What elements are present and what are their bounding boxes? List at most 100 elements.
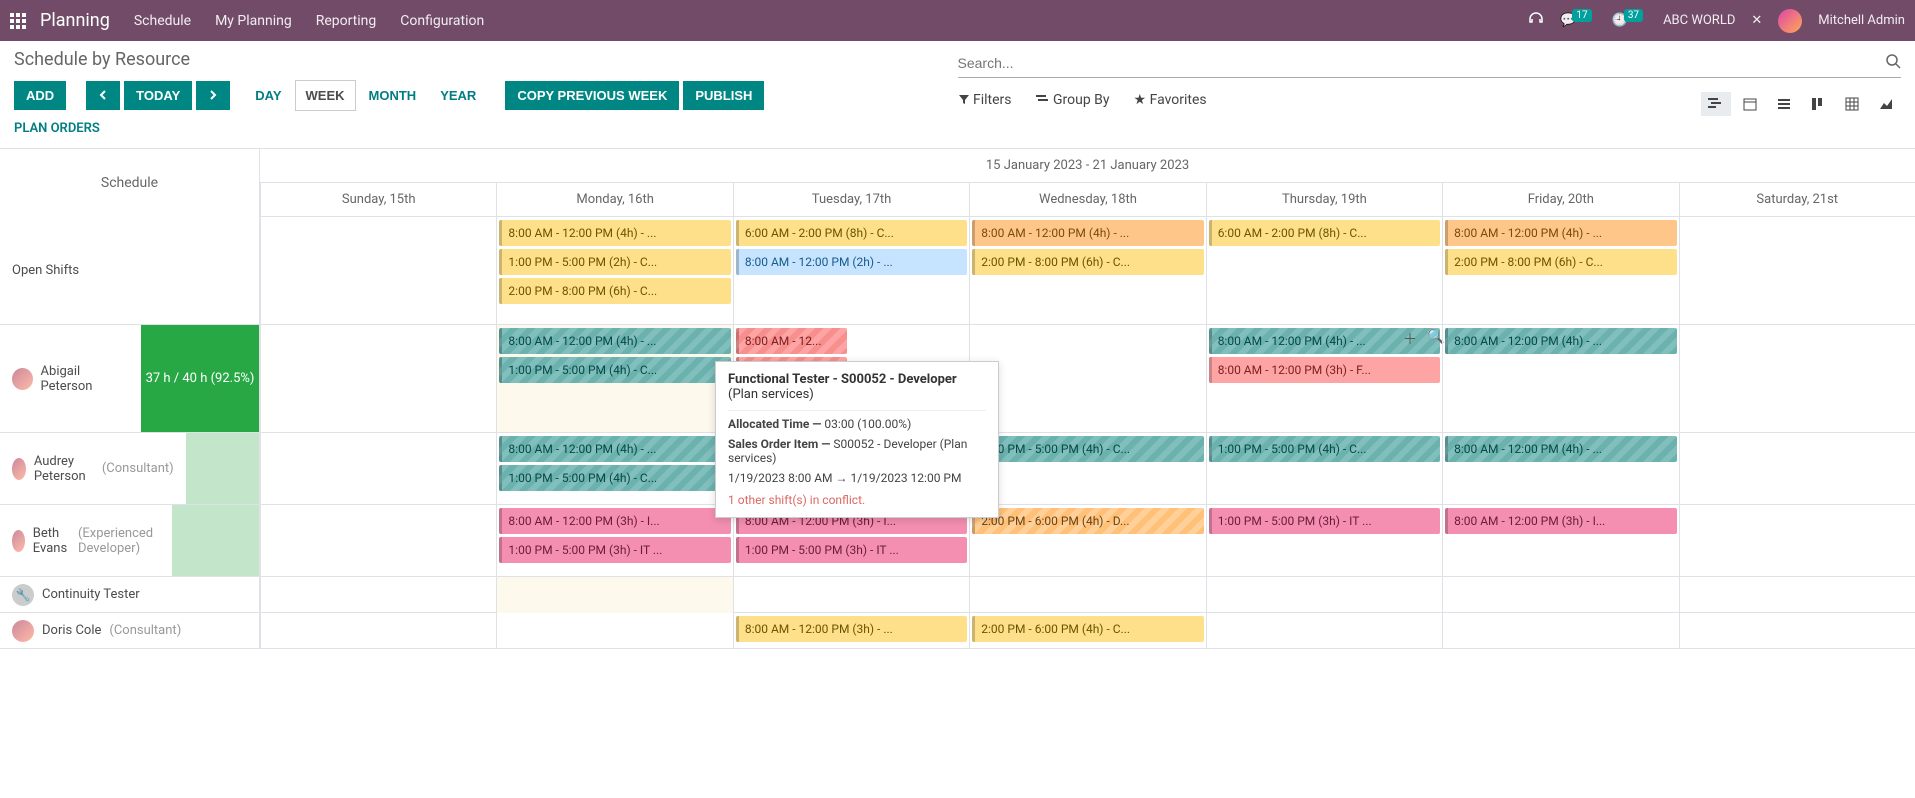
add-button[interactable]: ADD	[14, 81, 66, 110]
shift-cell[interactable]	[260, 325, 496, 432]
shift-pill[interactable]: 8:00 AM - 12:00 PM (2h) - ...	[736, 249, 967, 275]
today-button[interactable]: TODAY	[124, 81, 192, 110]
shift-cell[interactable]: 8:00 AM - 12:00 PM (4h) - ... 1:00 PM - 5…	[496, 433, 732, 504]
shift-cell[interactable]: 1:00 PM - 5:00 PM (3h) - IT ...	[1206, 505, 1442, 576]
user-avatar[interactable]	[1778, 9, 1802, 33]
resource-row[interactable]: Audrey Peterson (Consultant)	[0, 433, 259, 505]
apps-icon[interactable]	[10, 13, 26, 29]
shift-pill[interactable]: 2:00 PM - 8:00 PM (6h) - C...	[499, 278, 730, 304]
shift-cell[interactable]: 8:00 AM - 12:00 PM (4h) - ... 1:00 PM - 5…	[496, 217, 732, 324]
shift-cell[interactable]	[969, 325, 1205, 432]
calendar-view-icon[interactable]	[1735, 92, 1765, 116]
shift-cell[interactable]: 2:00 PM - 6:00 PM (4h) - D...	[969, 505, 1205, 576]
shift-cell[interactable]: 8:00 AM - 12:00 PM (3h) - I... 1:00 PM - …	[496, 505, 732, 576]
next-button[interactable]	[196, 81, 230, 110]
user-name[interactable]: Mitchell Admin	[1818, 13, 1905, 28]
shift-cell[interactable]	[260, 577, 496, 613]
kanban-view-icon[interactable]	[1803, 92, 1833, 116]
shift-cell[interactable]: 8:00 AM - 12:00 PM (4h) - ...	[1442, 433, 1678, 504]
menu-schedule[interactable]: Schedule	[134, 13, 191, 29]
shift-cell[interactable]	[1679, 505, 1915, 576]
shift-cell[interactable]	[1206, 613, 1442, 649]
resource-row[interactable]: Beth Evans (Experienced Developer)	[0, 505, 259, 577]
shift-cell[interactable]: 1:00 PM - 5:00 PM (4h) - C...	[1206, 433, 1442, 504]
shift-cell[interactable]: 6:00 AM - 2:00 PM (8h) - C... 8:00 AM - 1…	[733, 217, 969, 324]
search-icon[interactable]	[1885, 53, 1901, 73]
shift-pill[interactable]: 1:00 PM - 5:00 PM (3h) - IT ...	[736, 537, 967, 563]
help-icon[interactable]	[1528, 11, 1544, 31]
shift-pill[interactable]: 2:00 PM - 6:00 PM (4h) - D...	[972, 508, 1203, 534]
prev-button[interactable]	[86, 81, 120, 110]
copy-previous-week-button[interactable]: COPY PREVIOUS WEEK	[505, 81, 679, 110]
shift-pill[interactable]: 6:00 AM - 2:00 PM (8h) - C...	[736, 220, 967, 246]
shift-pill[interactable]: 1:00 PM - 5:00 PM (3h) - IT ...	[499, 537, 730, 563]
shift-cell[interactable]: 2:00 PM - 6:00 PM (4h) - C...	[969, 613, 1205, 649]
shift-pill[interactable]: 1:00 PM - 5:00 PM (4h) - C...	[499, 465, 730, 491]
shift-pill[interactable]: 2:00 PM - 8:00 PM (6h) - C...	[1445, 249, 1676, 275]
shift-cell[interactable]	[969, 577, 1205, 613]
filters-button[interactable]: Filters	[958, 92, 1012, 116]
shift-cell[interactable]	[496, 577, 732, 613]
shift-cell[interactable]	[1442, 613, 1678, 649]
shift-pill[interactable]: 2:00 PM - 6:00 PM (4h) - C...	[972, 616, 1203, 642]
shift-cell[interactable]	[1206, 577, 1442, 613]
scale-year[interactable]: YEAR	[429, 80, 487, 111]
shift-cell[interactable]	[733, 577, 969, 613]
shift-pill[interactable]: 8:00 AM - 12:00 PM (3h) - I...	[499, 508, 730, 534]
shift-cell[interactable]: 8:00 AM - 12:00 PM (4h) - ...	[1442, 325, 1678, 432]
shift-pill[interactable]: 8:00 AM - 12:00 PM (3h) - ...	[736, 616, 967, 642]
shift-pill[interactable]: 1:00 PM - 5:00 PM (4h) - C...	[1209, 436, 1440, 462]
shift-cell[interactable]	[260, 433, 496, 504]
shift-pill[interactable]: 8:00 AM - 12:00 PM (4h) - ...	[499, 220, 730, 246]
shift-cell[interactable]: 8:00 AM - 12:00 PM (4h) - ...＋🔍8:00 AM -…	[1206, 325, 1442, 432]
shift-pill[interactable]: 8:00 AM - 12:00 PM (4h) - ...	[1445, 220, 1676, 246]
shift-pill[interactable]: 8:00 AM - 12...	[736, 328, 847, 354]
shift-pill[interactable]: 1:00 PM - 5:00 PM (4h) - C...	[972, 436, 1203, 462]
list-view-icon[interactable]	[1769, 92, 1799, 116]
scale-month[interactable]: MONTH	[358, 80, 428, 111]
shift-cell[interactable]	[260, 613, 496, 649]
shift-cell[interactable]: 1:00 PM - 5:00 PM (4h) - C...	[969, 433, 1205, 504]
shift-cell[interactable]: 8:00 AM - 12:00 PM (3h) - I...	[1442, 505, 1678, 576]
shift-cell[interactable]	[1679, 217, 1915, 324]
shift-cell[interactable]	[260, 505, 496, 576]
shift-pill[interactable]: 8:00 AM - 12:00 PM (4h) - ...	[499, 436, 730, 462]
shift-cell[interactable]	[260, 217, 496, 324]
shift-cell[interactable]	[1679, 325, 1915, 432]
resource-row[interactable]: Abigail Peterson37 h / 40 h (92.5%)	[0, 325, 259, 433]
resource-row[interactable]: Doris Cole (Consultant)	[0, 613, 259, 649]
menu-my-planning[interactable]: My Planning	[215, 13, 292, 29]
shift-cell[interactable]: 8:00 AM - 12:00 PM (3h) - ...	[733, 613, 969, 649]
menu-configuration[interactable]: Configuration	[400, 13, 484, 29]
groupby-button[interactable]: Group By	[1036, 92, 1110, 116]
shift-pill[interactable]: 8:00 AM - 12:00 PM (3h) - F...	[1209, 357, 1440, 383]
shift-pill[interactable]: 8:00 AM - 12:00 PM (4h) - ...	[499, 328, 730, 354]
shift-pill[interactable]: 6:00 AM - 2:00 PM (8h) - C...	[1209, 220, 1440, 246]
messages-icon[interactable]: 💬17	[1560, 13, 1595, 28]
publish-button[interactable]: PUBLISH	[683, 81, 764, 110]
menu-reporting[interactable]: Reporting	[316, 13, 377, 29]
shift-cell[interactable]	[496, 613, 732, 649]
shift-cell[interactable]: 6:00 AM - 2:00 PM (8h) - C...	[1206, 217, 1442, 324]
company-switcher[interactable]: ABC WORLD	[1663, 13, 1735, 28]
graph-view-icon[interactable]	[1871, 92, 1901, 116]
shift-pill[interactable]: 1:00 PM - 5:00 PM (2h) - C...	[499, 249, 730, 275]
shift-pill[interactable]: 8:00 AM - 12:00 PM (4h) - ...	[1445, 328, 1676, 354]
shift-cell[interactable]	[1679, 433, 1915, 504]
resource-row[interactable]: 🔧Continuity Tester	[0, 577, 259, 613]
shift-cell[interactable]: 8:00 AM - 12:00 PM (4h) - ... 2:00 PM - 8…	[1442, 217, 1678, 324]
shift-pill[interactable]: 1:00 PM - 5:00 PM (4h) - C...	[499, 357, 730, 383]
shift-pill[interactable]: 1:00 PM - 5:00 PM (3h) - IT ...	[1209, 508, 1440, 534]
search-input[interactable]	[958, 53, 1886, 73]
shift-pill[interactable]: 2:00 PM - 8:00 PM (6h) - C...	[972, 249, 1203, 275]
shift-cell[interactable]	[1679, 577, 1915, 613]
pivot-view-icon[interactable]	[1837, 92, 1867, 116]
add-shift-icon[interactable]: ＋	[1403, 329, 1417, 349]
shift-cell[interactable]	[1679, 613, 1915, 649]
gantt-view-icon[interactable]	[1701, 92, 1731, 116]
shift-cell[interactable]: 8:00 AM - 12:00 PM (4h) - ... 1:00 PM - 5…	[496, 325, 732, 432]
favorites-button[interactable]: ★ Favorites	[1134, 92, 1207, 116]
resource-row[interactable]: Open Shifts	[0, 217, 259, 325]
shift-pill[interactable]: 8:00 AM - 12:00 PM (4h) - ...	[972, 220, 1203, 246]
shift-pill[interactable]: 8:00 AM - 12:00 PM (3h) - I...	[1445, 508, 1676, 534]
